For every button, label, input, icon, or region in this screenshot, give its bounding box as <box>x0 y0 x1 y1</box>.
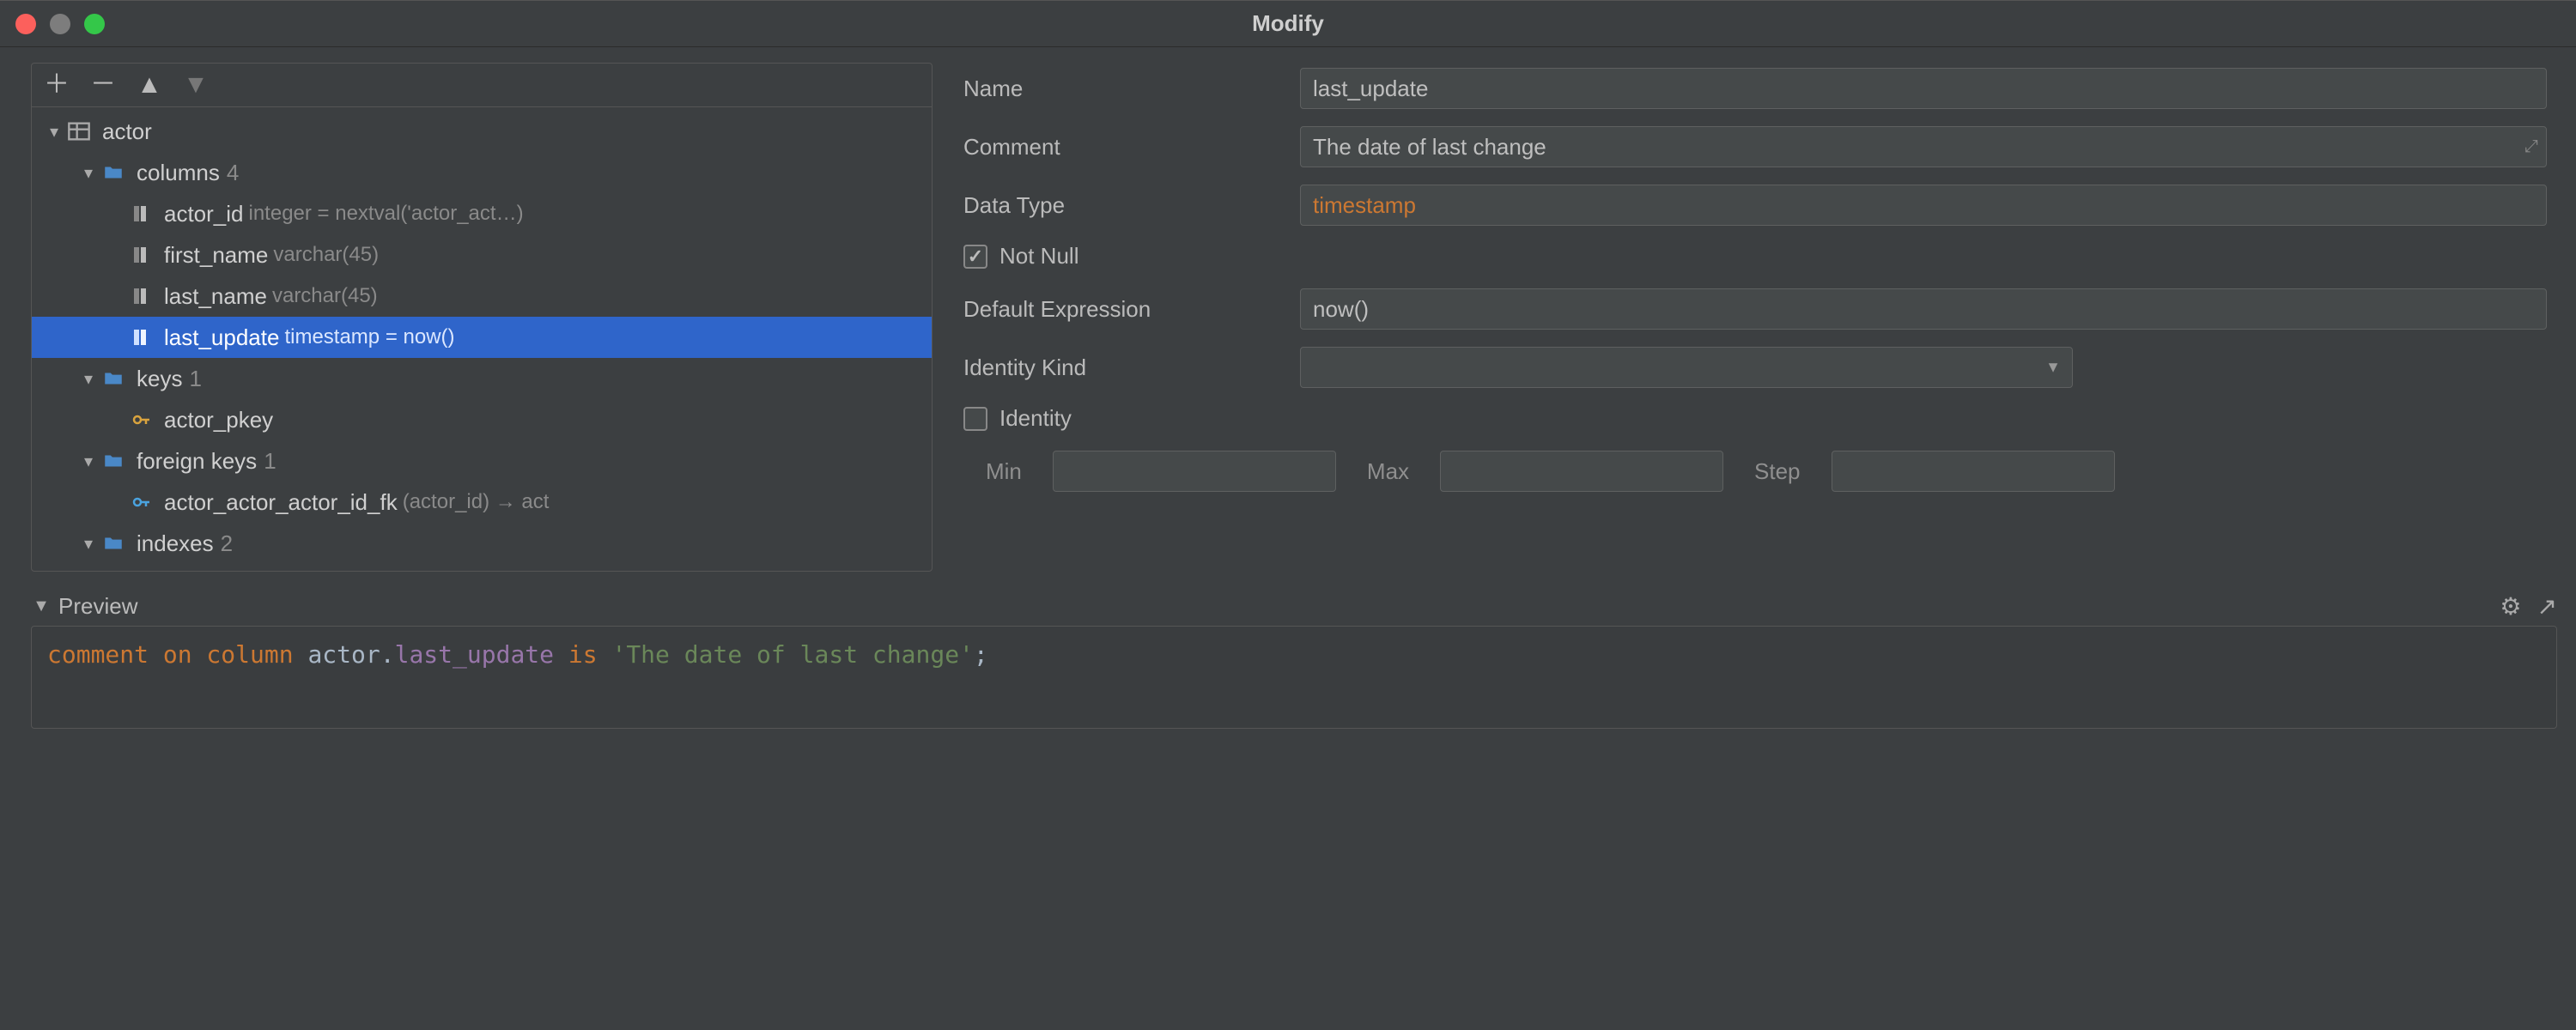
column-name: actor_id <box>164 201 244 227</box>
sql-semicolon: ; <box>974 640 988 669</box>
sql-string: 'The date of last change' <box>611 640 973 669</box>
min-input[interactable] <box>1053 451 1336 492</box>
chevron-down-icon: ▼ <box>2045 359 2061 377</box>
column-icon <box>126 240 155 270</box>
tree-table-node[interactable]: ▾ actor <box>32 111 932 152</box>
columns-count: 4 <box>227 160 239 186</box>
step-input[interactable] <box>1832 451 2115 492</box>
preview-sql: comment on column actor.last_update is '… <box>31 626 2557 729</box>
folder-icon <box>99 158 128 187</box>
step-label: Step <box>1754 458 1801 485</box>
identity-checkbox[interactable] <box>963 407 987 431</box>
default-input[interactable] <box>1300 288 2547 330</box>
expand-icon[interactable]: ⤢ <box>2524 137 2538 157</box>
chevron-down-icon: ▾ <box>78 451 99 472</box>
notnull-checkbox[interactable] <box>963 245 987 269</box>
identitykind-label: Identity Kind <box>957 354 1300 381</box>
max-input[interactable] <box>1440 451 1723 492</box>
tree-indexes-folder[interactable]: ▾ indexes 2 <box>32 523 932 564</box>
identitykind-select[interactable] <box>1300 347 2073 388</box>
window-close-button[interactable] <box>15 14 36 34</box>
fk-detail: (actor_id) → act <box>403 490 550 514</box>
add-button[interactable]: ＋ <box>44 72 70 98</box>
keys-count: 1 <box>189 366 201 392</box>
fks-count: 1 <box>264 448 276 475</box>
preview-section: ▼ Preview ⚙ ↗ comment on column actor.la… <box>31 587 2557 729</box>
default-label: Default Expression <box>957 296 1300 323</box>
schema-tree: ▾ actor ▾ columns 4 <box>32 107 932 571</box>
preview-title: Preview <box>58 593 137 620</box>
indexes-count: 2 <box>221 530 233 557</box>
column-type: varchar(45) <box>273 243 379 267</box>
columns-label: columns <box>137 160 220 186</box>
window-minimize-button[interactable] <box>50 14 70 34</box>
indexes-label: indexes <box>137 530 214 557</box>
sql-keyword: comment on column <box>47 640 294 669</box>
table-icon <box>64 117 94 146</box>
folder-icon <box>99 446 128 476</box>
column-icon <box>126 282 155 311</box>
tree-column-item[interactable]: actor_id integer = nextval('actor_act…) <box>32 193 932 234</box>
tree-fk-item[interactable]: actor_actor_actor_id_fk (actor_id) → act <box>32 482 932 523</box>
column-name: first_name <box>164 242 268 269</box>
fks-label: foreign keys <box>137 448 257 475</box>
window-title: Modify <box>0 10 2576 37</box>
sql-column: last_update <box>395 640 554 669</box>
window-zoom-button[interactable] <box>84 14 105 34</box>
sql-keyword: is <box>568 640 598 669</box>
folder-icon <box>99 529 128 558</box>
comment-input[interactable] <box>1300 126 2547 167</box>
column-name: last_update <box>164 324 279 351</box>
identity-label: Identity <box>999 405 1072 432</box>
min-label: Min <box>986 458 1022 485</box>
column-icon <box>126 199 155 228</box>
remove-button[interactable]: － <box>90 72 116 98</box>
notnull-label: Not Null <box>999 243 1078 270</box>
datatype-label: Data Type <box>957 192 1300 219</box>
chevron-down-icon: ▾ <box>78 533 99 554</box>
tree-column-item[interactable]: last_name varchar(45) <box>32 276 932 317</box>
name-input[interactable] <box>1300 68 2547 109</box>
column-form: Name Comment ⤢ Data Type Not Null <box>943 47 2576 582</box>
column-icon <box>126 323 155 352</box>
max-label: Max <box>1367 458 1409 485</box>
gear-icon[interactable]: ⚙ <box>2500 592 2521 621</box>
column-name: last_name <box>164 283 267 310</box>
schema-tree-panel: ＋ － ▲ ▼ ▾ actor ▾ <box>31 63 933 572</box>
name-label: Name <box>957 76 1300 102</box>
tree-columns-folder[interactable]: ▾ columns 4 <box>32 152 932 193</box>
sql-table: actor <box>307 640 380 669</box>
chevron-down-icon: ▾ <box>44 121 64 142</box>
move-up-button[interactable]: ▲ <box>137 72 162 98</box>
keys-label: keys <box>137 366 182 392</box>
move-down-button[interactable]: ▼ <box>183 72 209 98</box>
titlebar: Modify <box>0 1 2576 47</box>
tree-column-item-selected[interactable]: last_update timestamp = now() <box>32 317 932 358</box>
tree-column-item[interactable]: first_name varchar(45) <box>32 234 932 276</box>
comment-label: Comment <box>957 134 1300 161</box>
column-type: integer = nextval('actor_act…) <box>249 202 524 226</box>
fk-name: actor_actor_actor_id_fk <box>164 489 398 516</box>
tree-key-item[interactable]: actor_pkey <box>32 399 932 440</box>
chevron-down-icon: ▾ <box>78 162 99 184</box>
chevron-down-icon[interactable]: ▼ <box>31 597 52 616</box>
chevron-down-icon: ▾ <box>78 368 99 390</box>
column-type: varchar(45) <box>272 284 378 308</box>
table-name: actor <box>102 118 152 145</box>
key-name: actor_pkey <box>164 407 273 433</box>
tree-fks-folder[interactable]: ▾ foreign keys 1 <box>32 440 932 482</box>
datatype-input[interactable] <box>1300 185 2547 226</box>
open-external-icon[interactable]: ↗ <box>2537 592 2557 621</box>
folder-icon <box>99 364 128 393</box>
tree-toolbar: ＋ － ▲ ▼ <box>32 64 932 107</box>
column-type: timestamp = now() <box>284 325 454 349</box>
key-icon <box>126 405 155 434</box>
foreign-key-icon <box>126 488 155 517</box>
tree-keys-folder[interactable]: ▾ keys 1 <box>32 358 932 399</box>
sql-dot: . <box>380 640 395 669</box>
